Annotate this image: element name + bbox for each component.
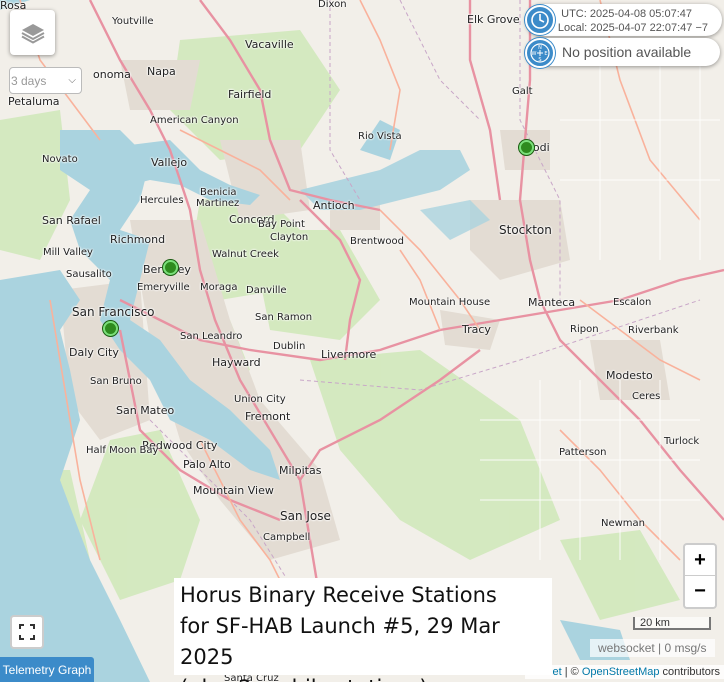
place-label: Benicia [200, 187, 237, 198]
place-label: Tracy [462, 323, 491, 336]
place-label: Ceres [632, 391, 661, 402]
place-label: Elk Grove [467, 13, 520, 26]
place-label: Novato [42, 154, 78, 165]
place-label: Sausalito [66, 269, 112, 280]
fullscreen-button[interactable] [10, 615, 44, 649]
clock-icon [525, 5, 555, 35]
caption-line-3: (plus 2 mobile stations) [180, 673, 546, 682]
time-panel: UTC: 2025-04-08 05:07:47 Local: 2025-04-… [525, 4, 722, 36]
position-panel[interactable]: N S W E No position available [525, 38, 720, 68]
place-label: Riverbank [628, 325, 679, 336]
place-label: Vallejo [151, 156, 188, 169]
zoom-out-button[interactable]: − [685, 575, 715, 606]
place-label: Petaluma [8, 95, 60, 108]
place-label: San Bruno [90, 376, 142, 387]
place-label: Rio Vista [358, 131, 402, 142]
place-label: San Jose [280, 509, 331, 523]
place-label: Fremont [245, 410, 291, 423]
layers-icon [21, 23, 44, 44]
telemetry-graph-button[interactable]: Telemetry Graph [0, 657, 94, 682]
place-label: Clayton [270, 232, 309, 243]
place-label: San Rafael [42, 214, 101, 227]
websocket-status: websocket | 0 msg/s [590, 639, 715, 657]
place-label: Brentwood [350, 236, 404, 247]
place-label: Moraga [200, 282, 238, 293]
place-label: Livermore [321, 348, 377, 361]
place-label: Mill Valley [43, 247, 93, 258]
place-label: Daly City [69, 346, 119, 359]
place-label: Modesto [606, 369, 653, 382]
utc-time: UTC: 2025-04-08 05:07:47 [561, 8, 692, 20]
place-label: Dixon [318, 0, 347, 10]
compass-icon: N S W E [525, 38, 555, 68]
place-label: Milpitas [279, 464, 322, 477]
place-label: Walnut Creek [212, 249, 279, 260]
local-time: Local: 2025-04-07 22:07:47 −7 [557, 22, 708, 34]
place-label: Newman [601, 518, 646, 529]
place-label: Antioch [313, 199, 355, 212]
place-label: Union City [234, 394, 286, 405]
time-range-value: 3 days [11, 73, 47, 88]
place-label: Half Moon Bay [86, 445, 159, 456]
place-label: San Francisco [72, 305, 155, 319]
place-label: Patterson [559, 447, 607, 458]
place-label: Martinez [196, 198, 240, 209]
place-label: Vacaville [245, 38, 294, 51]
place-label: Fairfield [228, 88, 272, 101]
place-label: Hayward [212, 356, 261, 369]
place-label: Richmond [110, 233, 166, 246]
place-label: Emeryville [137, 282, 190, 293]
scale-bar: 20 km [633, 617, 711, 630]
map-view[interactable]: Rosa Youtville Dixon Elk Grove Vacaville Napa… [0, 0, 724, 682]
place-label: Campbell [263, 532, 311, 543]
zoom-in-button[interactable]: + [685, 545, 715, 575]
caption-line-2: for SF-HAB Launch #5, 29 Mar 2025 [180, 614, 500, 669]
caption-line-1: Horus Binary Receive Stations [180, 583, 497, 607]
place-label: Manteca [528, 296, 576, 309]
svg-text:E: E [544, 51, 547, 57]
station-marker[interactable] [519, 140, 534, 155]
place-label: Hercules [140, 195, 184, 206]
place-label: onoma [93, 68, 131, 81]
place-label: San Leandro [180, 331, 243, 342]
place-label: American Canyon [150, 115, 239, 126]
attribution-suffix: contributors [659, 666, 720, 678]
layers-button[interactable] [10, 10, 55, 55]
place-label: Ripon [570, 324, 599, 335]
time-range-select[interactable]: 3 days ⌵ [9, 67, 82, 94]
place-label: Galt [512, 86, 533, 97]
place-label: San Mateo [116, 404, 175, 417]
fullscreen-icon [19, 624, 35, 640]
place-label: Danville [246, 285, 287, 296]
place-label: Bay Point [258, 219, 305, 230]
place-label: Mountain House [409, 297, 491, 308]
place-label: Escalon [613, 297, 652, 308]
place-label: Dublin [273, 341, 306, 352]
place-label: Napa [147, 65, 176, 78]
position-status: No position available [562, 44, 692, 60]
station-marker[interactable] [163, 260, 178, 275]
attribution: Leaflet | © OpenStreetMap contributors [524, 665, 724, 679]
chevron-down-icon: ⌵ [68, 75, 76, 86]
place-label: Palo Alto [183, 458, 231, 471]
svg-text:W: W [532, 51, 537, 57]
attribution-separator: | © [561, 666, 582, 678]
place-label: Stockton [499, 223, 552, 237]
caption-box: Horus Binary Receive Stations for SF-HAB… [174, 578, 552, 682]
station-marker[interactable] [103, 321, 118, 336]
place-label: Turlock [664, 436, 700, 447]
osm-link[interactable]: OpenStreetMap [582, 666, 660, 678]
place-label: Youtville [112, 16, 154, 27]
zoom-control: + − [683, 543, 717, 609]
place-label: Mountain View [193, 484, 274, 497]
place-label: San Ramon [255, 312, 313, 323]
svg-text:S: S [538, 57, 541, 63]
